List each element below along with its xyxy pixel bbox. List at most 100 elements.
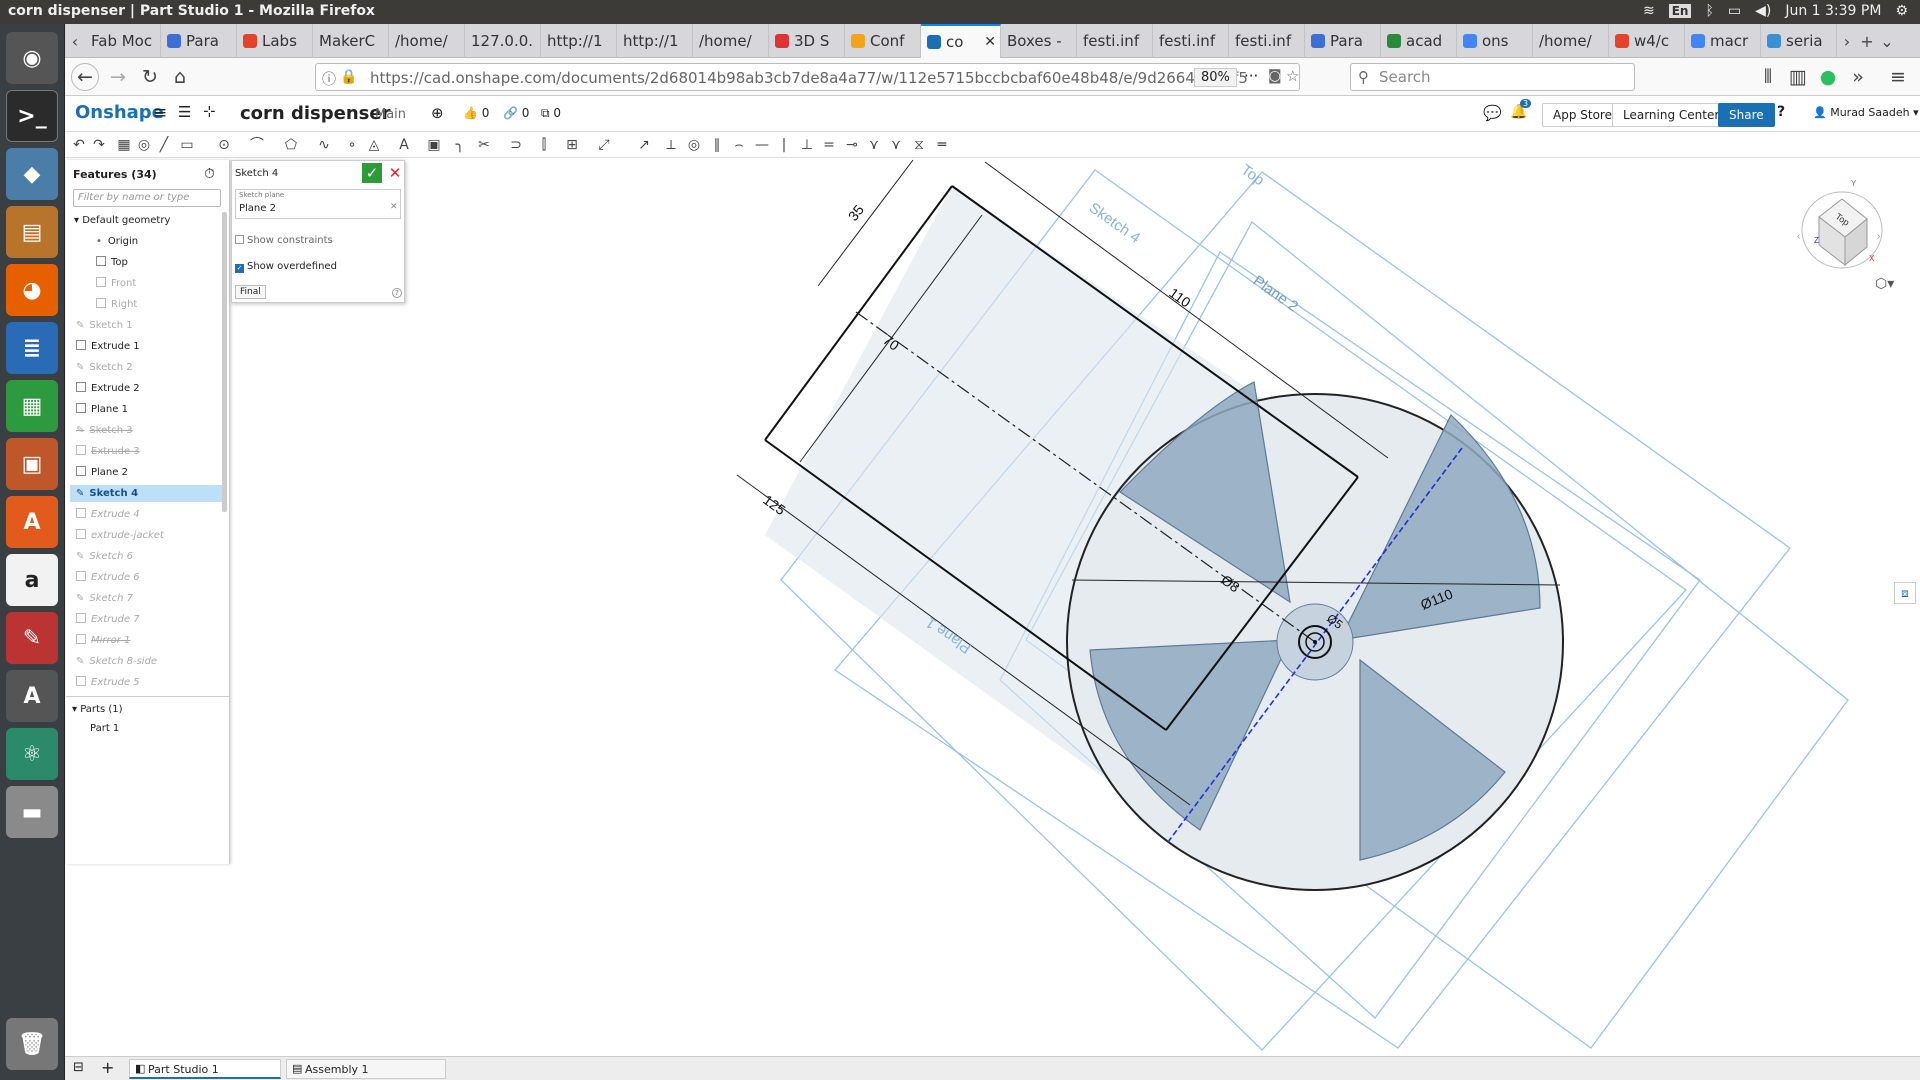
browser-tab-active[interactable]: co ✕	[921, 24, 1001, 58]
dimension-35[interactable]: 35	[845, 202, 867, 224]
dash-icon[interactable]: ◉	[6, 32, 58, 84]
firefox-icon[interactable]: ◕	[6, 264, 58, 316]
freecad-icon[interactable]: ◆	[6, 148, 58, 200]
tab-part-studio[interactable]: ◧ Part Studio 1	[129, 1059, 281, 1079]
tangent-icon[interactable]: ⌢	[730, 136, 748, 154]
app-store-button[interactable]: App Store	[1542, 103, 1623, 127]
home-icon[interactable]: ⌂	[167, 65, 193, 89]
browser-tab[interactable]: festi.inf	[1153, 24, 1229, 58]
horizontal-icon[interactable]: —	[753, 136, 771, 154]
parts-group[interactable]: ▾ Parts (1)	[72, 701, 224, 718]
copies[interactable]: ⧉ 0	[541, 106, 561, 121]
browser-tab[interactable]: acad	[1381, 24, 1457, 58]
feature-list-scrollbar[interactable]	[222, 212, 227, 512]
battery-icon[interactable]: ▭	[1728, 3, 1741, 19]
tree-item-feature[interactable]: ✎ Sketch 2	[76, 359, 228, 376]
undo-icon[interactable]: ↶	[70, 136, 88, 154]
perpendicular-icon[interactable]: ⊥	[798, 136, 816, 154]
drive-icon[interactable]: ▬	[6, 786, 58, 838]
links[interactable]: 🔗 0	[503, 106, 529, 120]
spline-tool-icon[interactable]: ∿	[315, 136, 333, 154]
share-button[interactable]: Share	[1718, 103, 1775, 127]
atom-icon[interactable]: ⚛	[6, 728, 58, 780]
tree-item-feature[interactable]: ✎ Sketch 1	[76, 317, 228, 334]
system-settings-icon[interactable]: ✎	[6, 612, 58, 664]
dimension-110[interactable]: 110	[1166, 284, 1194, 310]
trash-icon[interactable]: 🗑	[6, 1018, 58, 1070]
polygon-tool-icon[interactable]: ⬠	[282, 136, 300, 154]
impress-icon[interactable]: ▣	[6, 438, 58, 490]
tree-item-feature[interactable]: ✎ Sketch 7	[76, 590, 228, 607]
trim-tool-icon[interactable]: ✂	[475, 136, 493, 154]
tree-item-feature[interactable]: Extrude 1	[76, 338, 228, 355]
pierce-icon[interactable]: ⋎	[887, 136, 905, 154]
browser-tab[interactable]: seria	[1761, 24, 1837, 58]
likes[interactable]: 👍 0	[463, 106, 489, 120]
image-tool-icon[interactable]: ▣	[425, 136, 443, 154]
arc-tool-icon[interactable]: ⌒	[248, 136, 266, 154]
coincident-icon[interactable]: ⟂	[662, 136, 680, 154]
graphics-viewport[interactable]: Sketch 4 Top Plane 2 Plane 1 35 110 70 1…	[231, 158, 1920, 1056]
page-actions-icon[interactable]: ···	[1244, 67, 1258, 85]
point-tool-icon[interactable]: ∘	[343, 136, 361, 154]
normal-icon[interactable]: ⋎	[865, 136, 883, 154]
tab-assembly[interactable]: ▤ Assembly 1	[286, 1059, 446, 1079]
model-canvas[interactable]: Sketch 4 Top Plane 2 Plane 1 35 110 70 1…	[231, 158, 1920, 1056]
url-text[interactable]: https://cad.onshape.com/documents/2d6801…	[370, 69, 1248, 87]
pocket-icon[interactable]: ◙	[1268, 68, 1282, 84]
browser-tab[interactable]: http://1	[617, 24, 693, 58]
browser-tab[interactable]: 127.0.0.	[465, 24, 541, 58]
search-input[interactable]: ⚲ Search	[1350, 63, 1635, 91]
mirror-tool-icon[interactable]: ⫿	[535, 136, 553, 154]
browser-tab[interactable]: /home/	[693, 24, 769, 58]
tree-item-feature-selected[interactable]: ✎ Sketch 4	[70, 485, 222, 502]
calc-icon[interactable]: ▦	[6, 380, 58, 432]
browser-tab[interactable]: Boxes -	[1001, 24, 1077, 58]
software-updater-icon[interactable]: A	[6, 670, 58, 722]
tree-item-feature[interactable]: Mirror 1	[76, 632, 228, 649]
sidebar-icon[interactable]: ▥	[1785, 65, 1811, 89]
software-center-icon[interactable]: A	[6, 496, 58, 548]
browser-tab[interactable]: festi.inf	[1229, 24, 1305, 58]
zoom-indicator[interactable]: 80%	[1194, 68, 1237, 87]
view-cube-arrow-right-icon[interactable]: ›	[1877, 231, 1880, 242]
tab-manager-icon[interactable]: ⊟	[73, 1060, 84, 1075]
tree-item-feature[interactable]: Plane 2	[76, 464, 228, 481]
grammarly-icon[interactable]: ●	[1815, 65, 1841, 89]
browser-tab[interactable]: Conf	[845, 24, 921, 58]
browser-tab[interactable]: http://1	[541, 24, 617, 58]
browser-tab[interactable]: Para	[1305, 24, 1381, 58]
browser-tab[interactable]: macr	[1685, 24, 1761, 58]
power-gear-icon[interactable]: ⚙	[1895, 3, 1908, 19]
browser-tab[interactable]: /home/	[1533, 24, 1609, 58]
tree-item-feature[interactable]: ✎ Sketch 8-side	[76, 653, 228, 670]
browser-tab[interactable]: Labs	[237, 24, 313, 58]
globe-icon[interactable]: ⊕	[431, 104, 444, 122]
onshape-logo[interactable]: Onshape	[75, 102, 164, 123]
vertical-icon[interactable]: |	[775, 136, 793, 154]
new-tab-icon[interactable]: +	[1857, 24, 1877, 58]
rectangle-tool-icon[interactable]: ▭	[178, 136, 196, 154]
insert-icon[interactable]: ⊹	[203, 102, 216, 120]
help-icon[interactable]: ?	[1777, 104, 1785, 120]
redo-icon[interactable]: ↷	[90, 136, 108, 154]
tree-item-feature[interactable]: ✎ Sketch 6	[76, 548, 228, 565]
circle-tool-icon[interactable]: ⊙	[215, 136, 233, 154]
default-geometry-group[interactable]: ▾ Default geometry	[74, 212, 226, 229]
appearance-panel-icon[interactable]: ⧈	[1894, 582, 1916, 604]
browser-tab[interactable]: festi.inf	[1077, 24, 1153, 58]
bluetooth-icon[interactable]: ᛒ	[1705, 3, 1713, 19]
tab-scroll-left-icon[interactable]: ‹	[65, 24, 85, 58]
writer-icon[interactable]: ≣	[6, 322, 58, 374]
tree-item-feature[interactable]: Extrude 2	[76, 380, 228, 397]
tree-item-part[interactable]: Part 1	[90, 720, 242, 737]
forward-arrow-icon[interactable]: →	[105, 65, 131, 89]
tree-item-feature[interactable]: Extrude 6	[76, 569, 228, 586]
symmetric-icon[interactable]: ⧖	[910, 136, 928, 154]
user-menu[interactable]: 👤 Murad Saadeh ▾	[1813, 106, 1919, 119]
browser-tab[interactable]: 3D S	[769, 24, 845, 58]
tree-item-feature[interactable]: extrude-jacket	[76, 527, 228, 544]
tree-item-feature[interactable]: Plane 1	[76, 401, 228, 418]
browser-tab[interactable]: Fab Moc	[85, 24, 161, 58]
transform-tool-icon[interactable]: ⤢	[595, 136, 613, 154]
